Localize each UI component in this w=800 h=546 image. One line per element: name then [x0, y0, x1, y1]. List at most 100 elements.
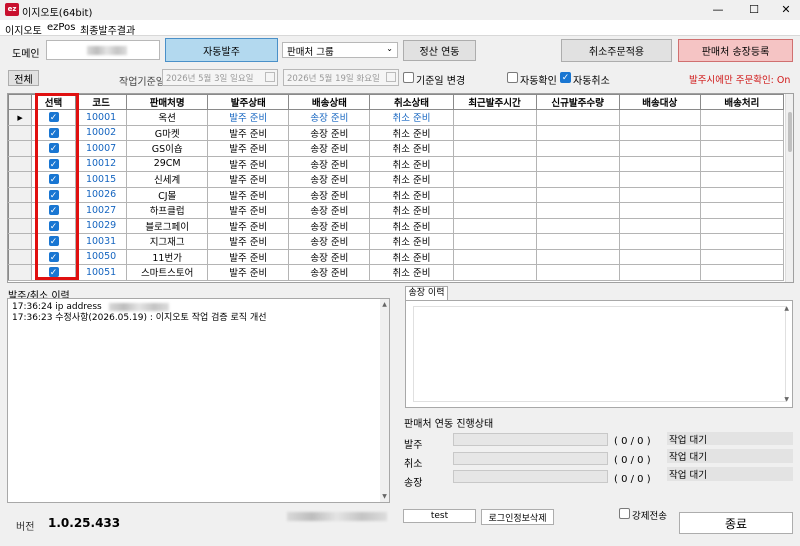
minimize-icon[interactable]: —	[707, 2, 729, 18]
settle-sync-button[interactable]: 정산 연동	[403, 40, 476, 61]
exit-button[interactable]: 종료	[679, 512, 793, 534]
base-change-checkbox[interactable]	[403, 72, 414, 83]
code-cell: 10026	[75, 186, 128, 203]
progress-status-cancel: 작업 대기	[667, 449, 793, 463]
date-from-picker[interactable]: 2026년 5월 3일 일요일	[162, 69, 278, 86]
test-button[interactable]: test	[403, 509, 476, 523]
cancel-status-cell: 취소 준비	[369, 155, 454, 172]
auto-cancel-checkbox[interactable]	[560, 72, 571, 83]
seller-grid: 선택 코드 판매처명 발주상태 배송상태 취소상태 최근발주시간 신규발주수량 …	[7, 93, 794, 283]
seller-name-cell: 29CM	[126, 155, 209, 172]
last-order-time-cell	[452, 217, 537, 234]
auto-confirm-checkbox[interactable]	[507, 72, 518, 83]
code-cell: 10031	[75, 233, 128, 250]
table-row[interactable]: 10051스마트스토어발주 준비송장 준비취소 준비	[8, 264, 785, 281]
ship-process-cell	[699, 248, 785, 265]
progress-label-invoice: 송장	[404, 478, 423, 489]
order-status-cell: 발주 준비	[207, 186, 290, 203]
ship-process-cell	[699, 109, 785, 126]
cancel-status-cell: 취소 준비	[369, 140, 454, 157]
order-status-cell: 발주 준비	[207, 140, 290, 157]
grid-scrollbar[interactable]	[785, 94, 793, 282]
code-cell: 10029	[75, 217, 128, 234]
ship-process-cell	[699, 171, 785, 188]
force-send-label: 강제전송	[632, 511, 667, 522]
col-ship-process[interactable]: 배송처리	[699, 94, 785, 110]
table-row[interactable]: ▶ 10001옥션발주 준비송장 준비취소 준비	[8, 109, 785, 126]
progress-title: 판매처 연동 진행상태	[404, 419, 494, 430]
col-ship-target[interactable]: 배송대상	[618, 94, 701, 110]
maximize-icon[interactable]: ☐	[743, 2, 765, 18]
log-scrollbar[interactable]: ▲ ▼	[380, 299, 389, 502]
cancel-order-apply-button[interactable]: 취소주문적용	[561, 39, 672, 62]
current-row-pointer-icon: ▶	[17, 113, 23, 122]
col-order-status[interactable]: 발주상태	[207, 94, 290, 110]
order-status-cell: 발주 준비	[207, 248, 290, 265]
progress-label-cancel: 취소	[404, 459, 423, 470]
table-row[interactable]: 1005011번가발주 준비송장 준비취소 준비	[8, 248, 785, 265]
seller-name-cell: 신세계	[126, 171, 209, 188]
auto-order-button[interactable]: 자동발주	[165, 38, 278, 62]
col-seller-name[interactable]: 판매처명	[126, 94, 209, 110]
table-row[interactable]: 1001229CM발주 준비송장 준비취소 준비	[8, 155, 785, 172]
progress-count-cancel: ( 0 / 0 )	[614, 455, 651, 466]
last-order-time-cell	[452, 202, 537, 219]
ship-process-cell	[699, 233, 785, 250]
date-from-value: 2026년 5월 3일 일요일	[166, 74, 254, 84]
scrollbar-thumb[interactable]	[788, 112, 792, 152]
ship-target-cell	[618, 124, 701, 141]
ship-status-cell: 송장 준비	[288, 264, 371, 281]
login-info-delete-button[interactable]: 로그인정보삭제	[481, 509, 554, 525]
row-header	[8, 124, 33, 141]
row-header	[8, 217, 33, 234]
scroll-up-icon[interactable]: ▲	[784, 305, 789, 312]
seller-group-select[interactable]: 판매처 그룹 ⌄	[282, 42, 398, 58]
scroll-down-icon[interactable]: ▼	[784, 396, 789, 403]
cancel-status-cell: 취소 준비	[369, 124, 454, 141]
auto-cancel-label: 자동취소	[573, 76, 610, 87]
blurred-info	[287, 512, 387, 521]
table-row[interactable]: 10002G마켓발주 준비송장 준비취소 준비	[8, 124, 785, 141]
ship-status-cell: 송장 준비	[288, 124, 371, 141]
progress-count-order: ( 0 / 0 )	[614, 436, 651, 447]
seller-invoice-register-button[interactable]: 판매처 송장등록	[678, 39, 793, 62]
close-icon[interactable]: ✕	[775, 2, 797, 18]
menu-ezauto[interactable]: 이지오토	[5, 22, 42, 37]
new-order-qty-cell	[535, 202, 620, 219]
row-header	[8, 202, 33, 219]
menu-ezpos[interactable]: ezPos	[47, 22, 75, 33]
table-row[interactable]: 10026CJ몰발주 준비송장 준비취소 준비	[8, 186, 785, 203]
domain-field[interactable]	[46, 40, 160, 60]
col-code[interactable]: 코드	[75, 94, 128, 110]
table-row[interactable]: 10007GS이숍발주 준비송장 준비취소 준비	[8, 140, 785, 157]
ship-process-cell	[699, 264, 785, 281]
tab-invoice-history[interactable]: 송장 이력	[405, 286, 448, 300]
menu-final-result[interactable]: 최종발주결과	[80, 22, 135, 37]
code-cell: 10007	[75, 140, 128, 157]
table-row[interactable]: 10029블로그페이발주 준비송장 준비취소 준비	[8, 217, 785, 234]
col-cancel-status[interactable]: 취소상태	[369, 94, 454, 110]
table-row[interactable]: 10027하프클럽발주 준비송장 준비취소 준비	[8, 202, 785, 219]
table-row[interactable]: 10015신세계발주 준비송장 준비취소 준비	[8, 171, 785, 188]
last-order-time-cell	[452, 140, 537, 157]
order-status-cell: 발주 준비	[207, 202, 290, 219]
order-status-cell: 발주 준비	[207, 109, 290, 126]
ship-process-cell	[699, 124, 785, 141]
last-order-time-cell	[452, 186, 537, 203]
row-header: ▶	[8, 109, 33, 126]
ship-status-cell: 송장 준비	[288, 186, 371, 203]
force-send-checkbox[interactable]	[619, 508, 630, 519]
last-order-time-cell	[452, 264, 537, 281]
col-new-order-qty[interactable]: 신규발주수량	[535, 94, 620, 110]
ship-status-cell: 송장 준비	[288, 217, 371, 234]
ship-target-cell	[618, 155, 701, 172]
col-ship-status[interactable]: 배송상태	[288, 94, 371, 110]
date-to-picker[interactable]: 2026년 5월 19일 화요일	[283, 69, 399, 86]
all-button[interactable]: 전체	[8, 70, 39, 86]
order-cancel-log[interactable]: 17:36:24 ip address 17:36:23 수정사항(2026.0…	[7, 298, 390, 503]
invoice-history-panel[interactable]: ▲ ▼	[405, 300, 793, 408]
ship-target-cell	[618, 217, 701, 234]
grid-header: 선택 코드 판매처명 발주상태 배송상태 취소상태 최근발주시간 신규발주수량 …	[8, 94, 785, 110]
table-row[interactable]: 10031지그재그발주 준비송장 준비취소 준비	[8, 233, 785, 250]
col-last-order-time[interactable]: 최근발주시간	[452, 94, 537, 110]
